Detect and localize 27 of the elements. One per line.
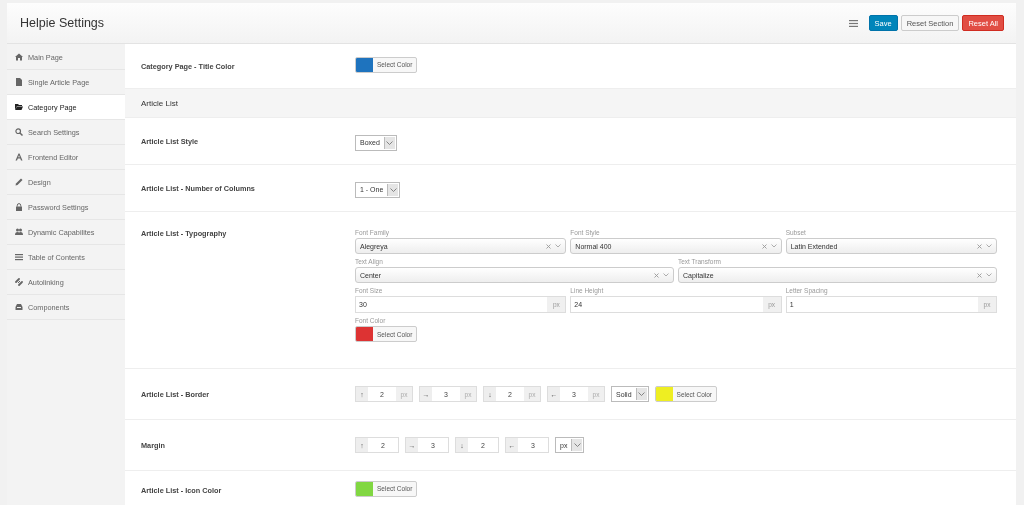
caret-icon	[638, 392, 646, 396]
clear-icon[interactable]	[761, 243, 767, 249]
folder-icon	[15, 103, 23, 111]
caret-icon	[573, 443, 581, 447]
people-icon	[15, 228, 23, 236]
caret-icon	[986, 244, 992, 248]
caret-icon	[770, 244, 777, 248]
list-icon	[15, 253, 23, 261]
caret-icon	[663, 273, 669, 277]
caret-icon	[386, 140, 394, 145]
clear-icon[interactable]	[546, 243, 552, 249]
letter-icon	[15, 153, 23, 161]
search-icon	[15, 128, 23, 136]
clear-icon[interactable]	[977, 243, 982, 249]
clear-icon[interactable]	[654, 272, 659, 278]
clear-icon[interactable]	[977, 272, 982, 278]
caret-icon	[986, 273, 992, 277]
page-title: Helpie Settings	[20, 16, 105, 30]
list-icon[interactable]	[848, 19, 858, 27]
document-icon	[15, 78, 23, 86]
section-heading: Article List	[141, 98, 178, 108]
lock-icon	[15, 203, 23, 211]
inbox-icon	[15, 303, 23, 311]
caret-icon	[389, 187, 397, 192]
house-icon	[15, 53, 23, 61]
caret-icon	[555, 244, 562, 248]
brush-icon	[15, 178, 23, 186]
